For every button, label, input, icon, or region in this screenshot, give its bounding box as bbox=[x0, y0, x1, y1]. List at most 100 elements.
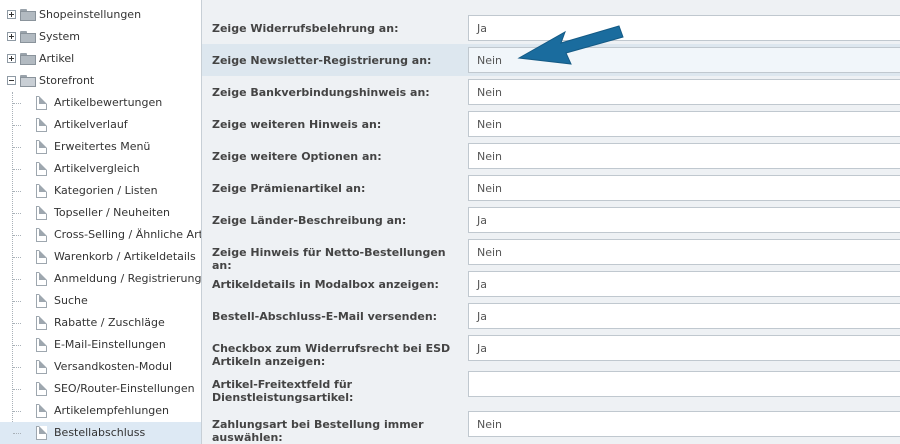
tree-item-label: Artikelverlauf bbox=[54, 118, 128, 131]
form-row: Zahlungsart bei Bestellung immer auswähl… bbox=[202, 408, 900, 444]
field-label: Zeige Bankverbindungshinweis an: bbox=[212, 86, 430, 99]
setting-value-field[interactable]: Nein bbox=[468, 175, 900, 201]
field-label: Zeige Widerrufsbelehrung an: bbox=[212, 22, 399, 35]
field-value: Nein bbox=[477, 150, 503, 163]
field-label: Artikel-Freitextfeld für Dienstleistungs… bbox=[212, 378, 354, 404]
tree-item-artikelvergleich[interactable]: Artikelvergleich bbox=[0, 158, 201, 180]
form-row: Zeige Länder-Beschreibung an: Ja bbox=[202, 204, 900, 236]
setting-value-field[interactable]: Ja bbox=[468, 335, 900, 361]
tree-item-versandkosten-modul[interactable]: Versandkosten-Modul bbox=[0, 356, 201, 378]
tree-item-label: E-Mail-Einstellungen bbox=[54, 338, 166, 351]
tree-item-label: Storefront bbox=[39, 74, 95, 87]
field-value: Nein bbox=[477, 86, 503, 99]
arrow-shape bbox=[517, 25, 624, 65]
field-label: Checkbox zum Widerrufsrecht bei ESD Arti… bbox=[212, 342, 451, 368]
tree-item-artikelempfehlungen[interactable]: Artikelempfehlungen bbox=[0, 400, 201, 422]
setting-value-field[interactable]: Nein bbox=[468, 143, 900, 169]
setting-value-field[interactable]: Ja bbox=[468, 271, 900, 297]
tree-item-suche[interactable]: Suche bbox=[0, 290, 201, 312]
tree-item-artikelbewertungen[interactable]: Artikelbewertungen bbox=[0, 92, 201, 114]
document-icon bbox=[36, 360, 47, 374]
form-row: Zeige Bankverbindungshinweis an: Nein bbox=[202, 76, 900, 108]
setting-value-field[interactable]: Nein bbox=[468, 411, 900, 437]
tree-connector-line bbox=[13, 191, 21, 192]
tree-item-label: Artikelvergleich bbox=[54, 162, 140, 175]
form-row: Bestell-Abschluss-E-Mail versenden: Ja bbox=[202, 300, 900, 332]
tree-item-label: Warenkorb / Artikeldetails bbox=[54, 250, 196, 263]
tree-item-label: Kategorien / Listen bbox=[54, 184, 158, 197]
tree-item-artikelverlauf[interactable]: Artikelverlauf bbox=[0, 114, 201, 136]
field-value: Nein bbox=[477, 182, 503, 195]
tree-connector-line bbox=[13, 389, 21, 390]
tree-connector-line bbox=[13, 169, 21, 170]
setting-value-field[interactable]: Ja bbox=[468, 303, 900, 329]
setting-value-field[interactable]: Ja bbox=[468, 207, 900, 233]
form-row: Zeige Prämienartikel an: Nein bbox=[202, 172, 900, 204]
form-row: Zeige weitere Optionen an: Nein bbox=[202, 140, 900, 172]
tree-item-erweitertes-menü[interactable]: Erweitertes Menü bbox=[0, 136, 201, 158]
form-row: Zeige weiteren Hinweis an: Nein bbox=[202, 108, 900, 140]
field-value: Nein bbox=[477, 246, 503, 259]
tree-item-e-mail-einstellungen[interactable]: E-Mail-Einstellungen bbox=[0, 334, 201, 356]
document-icon bbox=[36, 162, 47, 176]
tree-connector-line bbox=[13, 433, 21, 434]
document-icon bbox=[36, 338, 47, 352]
form-row: Artikel-Freitextfeld für Dienstleistungs… bbox=[202, 368, 900, 408]
field-label: Zahlungsart bei Bestellung immer auswähl… bbox=[212, 418, 424, 444]
field-value: Nein bbox=[477, 418, 503, 431]
settings-tree: Shopeinstellungen System Artikel Storefront… bbox=[0, 0, 202, 444]
tree-item-warenkorb-artikeldetails[interactable]: Warenkorb / Artikeldetails bbox=[0, 246, 201, 268]
form-row: Checkbox zum Widerrufsrecht bei ESD Arti… bbox=[202, 332, 900, 368]
setting-value-field[interactable]: Nein bbox=[468, 79, 900, 105]
tree-connector-line bbox=[13, 323, 21, 324]
document-icon bbox=[36, 404, 47, 418]
expand-icon[interactable] bbox=[7, 32, 16, 41]
tree-item-label: Bestellabschluss bbox=[54, 426, 146, 439]
tree-item-cross-selling-ähnliche-art[interactable]: Cross-Selling / Ähnliche Art. bbox=[0, 224, 201, 246]
tree-item-shopeinstellungen[interactable]: Shopeinstellungen bbox=[0, 4, 201, 26]
annotation-arrow bbox=[517, 25, 624, 65]
tree-item-label: Artikelempfehlungen bbox=[54, 404, 170, 417]
tree-item-system[interactable]: System bbox=[0, 26, 201, 48]
tree-item-label: Artikel bbox=[39, 52, 75, 65]
document-icon bbox=[36, 206, 47, 220]
tree-item-label: Versandkosten-Modul bbox=[54, 360, 173, 373]
tree-item-label: SEO/Router-Einstellungen bbox=[54, 382, 195, 395]
tree-item-anmeldung-registrierung[interactable]: Anmeldung / Registrierung bbox=[0, 268, 201, 290]
field-label: Zeige Prämienartikel an: bbox=[212, 182, 366, 195]
field-value: Ja bbox=[477, 278, 487, 291]
folder-icon bbox=[20, 31, 36, 43]
tree-connector-line bbox=[13, 279, 21, 280]
tree-connector-line bbox=[13, 103, 21, 104]
tree-item-artikel[interactable]: Artikel bbox=[0, 48, 201, 70]
tree-item-storefront[interactable]: Storefront bbox=[0, 70, 201, 92]
field-label: Bestell-Abschluss-E-Mail versenden: bbox=[212, 310, 438, 323]
document-icon bbox=[36, 96, 47, 110]
document-icon bbox=[36, 382, 47, 396]
field-value: Nein bbox=[477, 54, 503, 67]
folder-icon bbox=[20, 53, 36, 65]
setting-value-field[interactable]: Nein bbox=[468, 239, 900, 265]
tree-item-seo-router-einstellungen[interactable]: SEO/Router-Einstellungen bbox=[0, 378, 201, 400]
tree-item-rabatte-zuschläge[interactable]: Rabatte / Zuschläge bbox=[0, 312, 201, 334]
tree-connector-line bbox=[13, 257, 21, 258]
setting-value-field[interactable] bbox=[468, 371, 900, 397]
tree-connector-line bbox=[13, 125, 21, 126]
tree-item-bestellabschluss[interactable]: Bestellabschluss bbox=[0, 422, 201, 444]
document-icon bbox=[36, 118, 47, 132]
tree-item-label: Artikelbewertungen bbox=[54, 96, 163, 109]
tree-item-label: Suche bbox=[54, 294, 88, 307]
expand-icon[interactable] bbox=[7, 10, 16, 19]
tree-connector-line bbox=[13, 147, 21, 148]
document-icon bbox=[36, 426, 47, 440]
collapse-icon[interactable] bbox=[7, 76, 16, 85]
tree-connector-line bbox=[13, 235, 21, 236]
setting-value-field[interactable]: Nein bbox=[468, 111, 900, 137]
expand-icon[interactable] bbox=[7, 54, 16, 63]
field-label: Zeige weiteren Hinweis an: bbox=[212, 118, 382, 131]
tree-item-topseller-neuheiten[interactable]: Topseller / Neuheiten bbox=[0, 202, 201, 224]
tree-connector-line bbox=[13, 301, 21, 302]
document-icon bbox=[36, 228, 47, 242]
tree-item-kategorien-listen[interactable]: Kategorien / Listen bbox=[0, 180, 201, 202]
tree-item-label: System bbox=[39, 30, 81, 43]
